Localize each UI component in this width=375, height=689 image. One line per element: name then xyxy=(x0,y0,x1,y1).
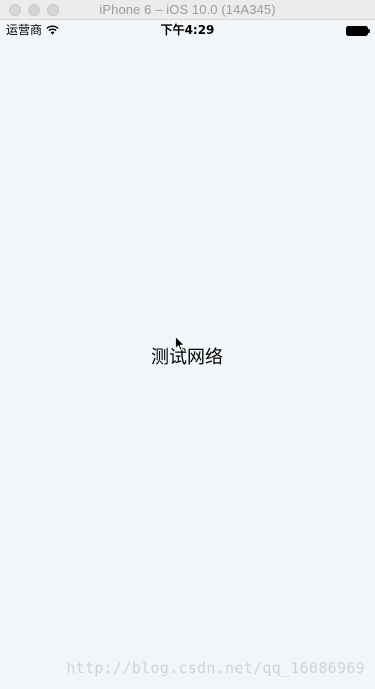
test-network-button[interactable]: 测试网络 xyxy=(137,341,237,371)
battery-icon xyxy=(346,26,370,36)
status-time: 下午4:29 xyxy=(160,23,215,37)
simulator-title-bar: iPhone 6 – iOS 10.0 (14A345) xyxy=(0,0,375,20)
status-bar: 运营商 下午4:29 xyxy=(0,20,375,40)
device-screen: 运营商 下午4:29 测试网络 http://blog.csdn.net/qq_… xyxy=(0,20,375,689)
window-title: iPhone 6 – iOS 10.0 (14A345) xyxy=(99,2,276,17)
watermark: http://blog.csdn.net/qq_16086969 xyxy=(66,659,365,677)
